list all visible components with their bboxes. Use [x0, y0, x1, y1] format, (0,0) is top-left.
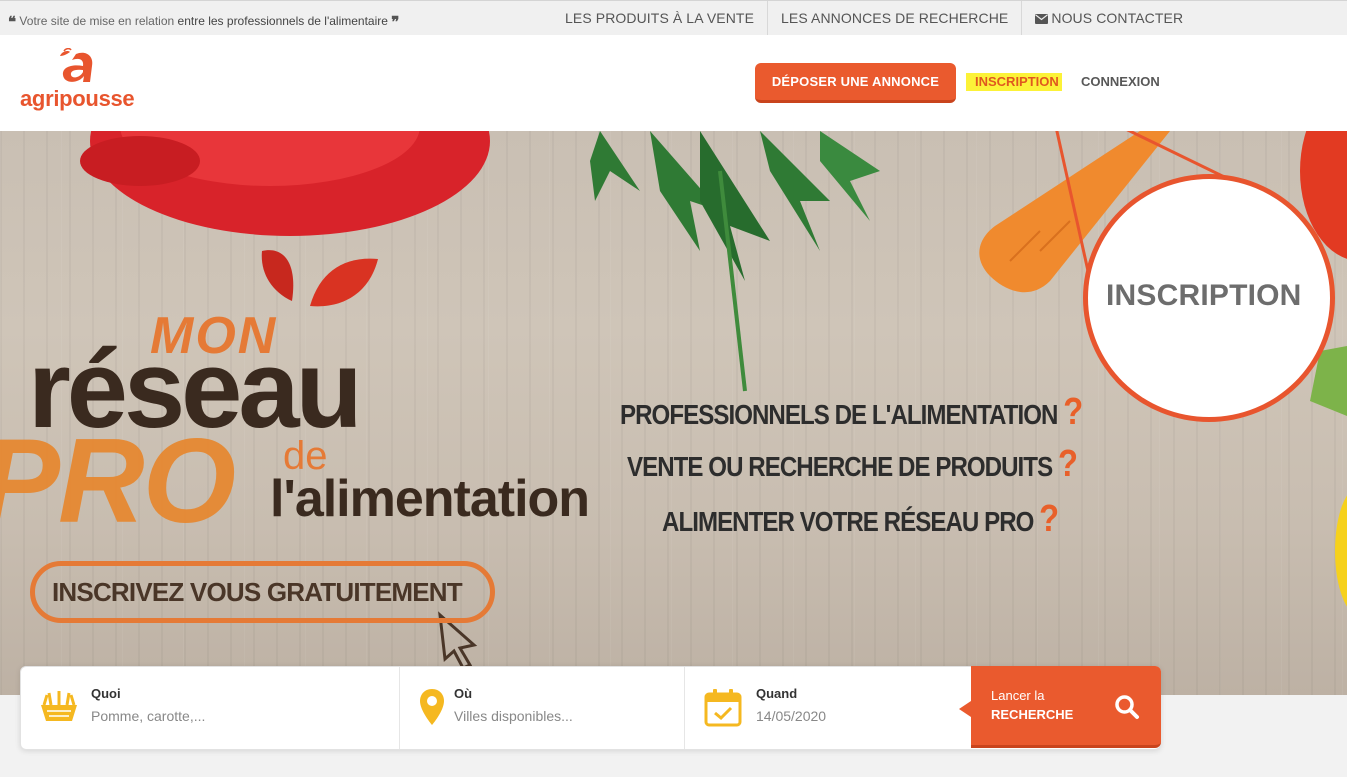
link-produits-vente[interactable]: LES PRODUITS À LA VENTE: [552, 1, 769, 36]
search-field-quand[interactable]: Quand 14/05/2020: [685, 667, 971, 749]
search-icon: [1115, 695, 1139, 719]
ou-label: Où: [454, 686, 473, 701]
logo-mark-icon: [60, 47, 93, 82]
drops-logo-image: [261, 250, 378, 307]
search-field-ou[interactable]: Où Villes disponibles...: [400, 667, 685, 749]
site-header: agripousse DÉPOSER UNE ANNONCE INSCRIPTI…: [0, 35, 1347, 131]
zoom-inscription-label: INSCRIPTION: [1106, 279, 1302, 312]
search-button-big-label: RECHERCHE: [991, 707, 1074, 722]
location-pin-icon: [420, 689, 444, 725]
pitch-line-1: PROFESSIONNELS DE L'ALIMENTATION ?: [620, 391, 1083, 434]
inscrivez-vous-label: INSCRIVEZ VOUS GRATUITEMENT: [52, 577, 463, 607]
pitch-line-1-text: PROFESSIONNELS DE L'ALIMENTATION: [620, 399, 1058, 430]
tagline-prefix: Votre site de mise en relation: [19, 14, 175, 28]
pitch-line-2-mark: ?: [1057, 443, 1078, 485]
hero-pro: PRO: [0, 414, 236, 548]
deposer-annonce-button[interactable]: DÉPOSER UNE ANNONCE: [755, 63, 956, 103]
basket-icon: [41, 691, 77, 721]
quand-input[interactable]: 14/05/2020: [756, 708, 826, 724]
search-field-quoi[interactable]: Quoi Pomme, carotte,...: [21, 667, 400, 749]
hero-banner: MON réseau PRO de l'alimentation INSCRIV…: [0, 131, 1347, 695]
hero-alimentation: l'alimentation: [270, 470, 590, 528]
link-contact-label: NOUS CONTACTER: [1051, 10, 1184, 26]
pitch-line-3: ALIMENTER VOTRE RÉSEAU PRO ?: [662, 498, 1059, 541]
close-quote-icon: ❞: [391, 13, 400, 31]
envelope-icon: [1035, 14, 1049, 24]
pitch-line-1-mark: ?: [1063, 391, 1083, 433]
pitch-line-2-text: VENTE OU RECHERCHE DE PRODUITS: [627, 451, 1053, 482]
parsley-image: [590, 131, 880, 392]
tagline-bold: entre les professionnels de l'alimentair…: [177, 14, 388, 28]
quoi-input[interactable]: Pomme, carotte,...: [91, 708, 205, 724]
quoi-label: Quoi: [91, 686, 121, 701]
ou-input[interactable]: Villes disponibles...: [454, 708, 573, 724]
link-annonces-recherche-label: LES ANNONCES DE RECHERCHE: [781, 10, 1009, 26]
link-annonces-recherche[interactable]: LES ANNONCES DE RECHERCHE: [768, 1, 1023, 36]
quand-label: Quand: [756, 686, 798, 701]
pitch-line-3-text: ALIMENTER VOTRE RÉSEAU PRO: [662, 506, 1034, 537]
nav-inscription[interactable]: INSCRIPTION: [966, 73, 1062, 91]
tagline: ❝ Votre site de mise en relation entre l…: [8, 11, 400, 31]
top-bar: ❝ Votre site de mise en relation entre l…: [0, 0, 1347, 36]
search-button-small-label: Lancer la: [991, 688, 1045, 703]
top-links: LES PRODUITS À LA VENTE LES ANNONCES DE …: [552, 1, 1196, 36]
pitch-line-2: VENTE OU RECHERCHE DE PRODUITS ?: [627, 443, 1078, 486]
logo[interactable]: agripousse: [20, 47, 150, 118]
link-contact[interactable]: NOUS CONTACTER: [1022, 1, 1196, 36]
lancer-recherche-button[interactable]: Lancer la RECHERCHE: [959, 666, 1161, 748]
pitch-line-3-mark: ?: [1039, 498, 1059, 540]
logo-text: agripousse: [20, 86, 135, 111]
calendar-icon: [704, 689, 742, 727]
nav-connexion[interactable]: CONNEXION: [1081, 73, 1160, 91]
link-produits-vente-label: LES PRODUITS À LA VENTE: [565, 10, 755, 26]
open-quote-icon: ❝: [8, 13, 17, 31]
